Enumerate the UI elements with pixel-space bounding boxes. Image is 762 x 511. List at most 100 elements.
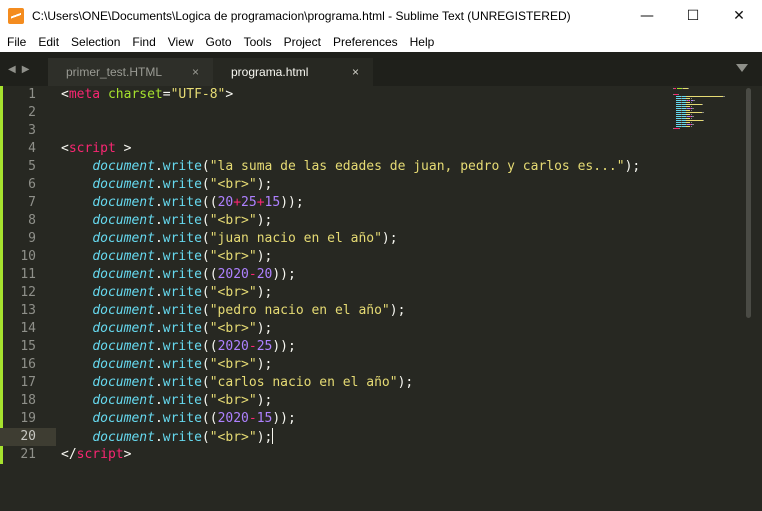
line-number: 18 xyxy=(20,393,36,408)
tab-primer-test[interactable]: primer_test.HTML × xyxy=(48,58,213,86)
code-token: write xyxy=(162,195,202,210)
menu-file[interactable]: File xyxy=(0,32,31,52)
code-token: + xyxy=(233,195,242,210)
code-text: document.write("carlos nacio en el año")… xyxy=(61,374,413,392)
scrollbar-thumb[interactable] xyxy=(746,88,751,318)
code-token: 2020 xyxy=(217,339,249,354)
code-line[interactable]: 14 document.write("<br>"); xyxy=(0,320,740,338)
code-line[interactable]: 18 document.write("<br>"); xyxy=(0,392,740,410)
menu-selection[interactable]: Selection xyxy=(64,32,125,52)
menu-view[interactable]: View xyxy=(161,32,199,52)
text-cursor xyxy=(272,428,274,444)
code-token: write xyxy=(162,303,202,318)
minimap-line xyxy=(673,88,677,89)
code-token: 2020 xyxy=(217,267,249,282)
code-token: "<br>" xyxy=(209,357,257,372)
vertical-scrollbar[interactable] xyxy=(744,86,752,511)
sublime-window: C:\Users\ONE\Documents\Logica de program… xyxy=(0,0,762,511)
minimap-line xyxy=(690,106,692,107)
code-token: write xyxy=(162,249,202,264)
menu-help[interactable]: Help xyxy=(403,32,440,52)
code-token: "<br>" xyxy=(209,177,257,192)
minimap-line xyxy=(703,120,705,121)
code-token: document xyxy=(92,231,155,246)
minimap-line xyxy=(678,128,680,129)
close-button[interactable]: ✕ xyxy=(716,0,762,32)
code-text: document.write("<br>"); xyxy=(61,392,272,410)
code-line[interactable]: 13 document.write("pedro nacio en el año… xyxy=(0,302,740,320)
code-line[interactable]: 8 document.write("<br>"); xyxy=(0,212,740,230)
code-token: . xyxy=(154,177,163,192)
code-token: = xyxy=(162,87,171,102)
code-token: ); xyxy=(256,430,273,445)
menu-tools[interactable]: Tools xyxy=(237,32,277,52)
minimap-line xyxy=(692,100,695,101)
menu-project[interactable]: Project xyxy=(277,32,326,52)
code-line[interactable]: 4 <script > xyxy=(0,140,740,158)
minimap-line xyxy=(686,120,704,121)
code-line[interactable]: 12 document.write("<br>"); xyxy=(0,284,740,302)
code-text: document.write("<br>"); xyxy=(61,248,272,266)
tab-close-icon[interactable]: × xyxy=(192,65,199,79)
code-line[interactable]: 19 document.write((2020-15)); xyxy=(0,410,740,428)
code-token: ); xyxy=(256,393,273,408)
code-token: ( xyxy=(201,285,210,300)
tab-back-icon[interactable]: ◀ xyxy=(8,64,16,75)
code-token: 2020 xyxy=(217,411,249,426)
code-line[interactable]: 6 document.write("<br>"); xyxy=(0,176,740,194)
code-line[interactable]: 9 document.write("juan nacio en el año")… xyxy=(0,230,740,248)
line-number: 3 xyxy=(28,123,36,138)
sublime-logo-icon xyxy=(8,8,24,24)
code-line[interactable]: 20 document.write("<br>"); xyxy=(0,428,740,446)
code-line[interactable]: 15 document.write((2020-25)); xyxy=(0,338,740,356)
code-token: write xyxy=(162,159,202,174)
code-token: . xyxy=(154,375,163,390)
maximize-button[interactable]: ☐ xyxy=(670,0,716,32)
tab-forward-icon[interactable]: ▶ xyxy=(22,64,30,75)
code-token: < xyxy=(61,141,69,156)
code-text: document.write((20+25+15)); xyxy=(61,194,303,212)
code-line[interactable]: 7 document.write((20+25+15)); xyxy=(0,194,740,212)
code-line[interactable]: 10 document.write("<br>"); xyxy=(0,248,740,266)
menu-goto[interactable]: Goto xyxy=(199,32,237,52)
code-token: </ xyxy=(61,447,77,462)
menu-edit[interactable]: Edit xyxy=(31,32,64,52)
code-line[interactable]: 21 </script> xyxy=(0,446,740,464)
line-number: 20 xyxy=(20,429,36,444)
code-line[interactable]: 16 document.write("<br>"); xyxy=(0,356,740,374)
code-token: "<br>" xyxy=(209,213,257,228)
tab-close-icon[interactable]: × xyxy=(352,65,359,79)
tab-programa[interactable]: programa.html × xyxy=(213,58,373,86)
code-editor[interactable]: 1 <meta charset="UTF-8"> 2 3 4 <script >5 doc… xyxy=(0,86,762,511)
menu-find[interactable]: Find xyxy=(125,32,160,52)
minimap-line xyxy=(686,104,702,105)
code-token: document xyxy=(92,177,155,192)
code-token: )); xyxy=(272,411,296,426)
tab-list-dropdown-icon[interactable] xyxy=(736,64,748,72)
minimap-line xyxy=(690,126,692,127)
menu-preferences[interactable]: Preferences xyxy=(326,32,403,52)
line-number: 11 xyxy=(20,267,36,282)
code-line[interactable]: 5 document.write("la suma de las edades … xyxy=(0,158,740,176)
code-line[interactable]: 2 xyxy=(0,104,740,122)
code-line[interactable]: 3 xyxy=(0,122,740,140)
code-token: document xyxy=(92,159,155,174)
code-token: ( xyxy=(201,249,210,264)
code-token: document xyxy=(92,285,155,300)
code-line[interactable]: 11 document.write((2020-20)); xyxy=(0,266,740,284)
line-number: 4 xyxy=(28,141,36,156)
line-number: 1 xyxy=(28,87,36,102)
minimap[interactable] xyxy=(673,86,739,136)
minimap-line xyxy=(690,114,692,115)
code-token: ); xyxy=(624,159,641,174)
code-token: document xyxy=(92,411,155,426)
code-token: ( xyxy=(201,393,210,408)
code-line[interactable]: 17 document.write("carlos nacio en el añ… xyxy=(0,374,740,392)
code-line[interactable]: 1 <meta charset="UTF-8"> xyxy=(0,86,740,104)
code-token: "juan nacio en el año" xyxy=(209,231,382,246)
minimize-button[interactable]: — xyxy=(624,0,670,32)
